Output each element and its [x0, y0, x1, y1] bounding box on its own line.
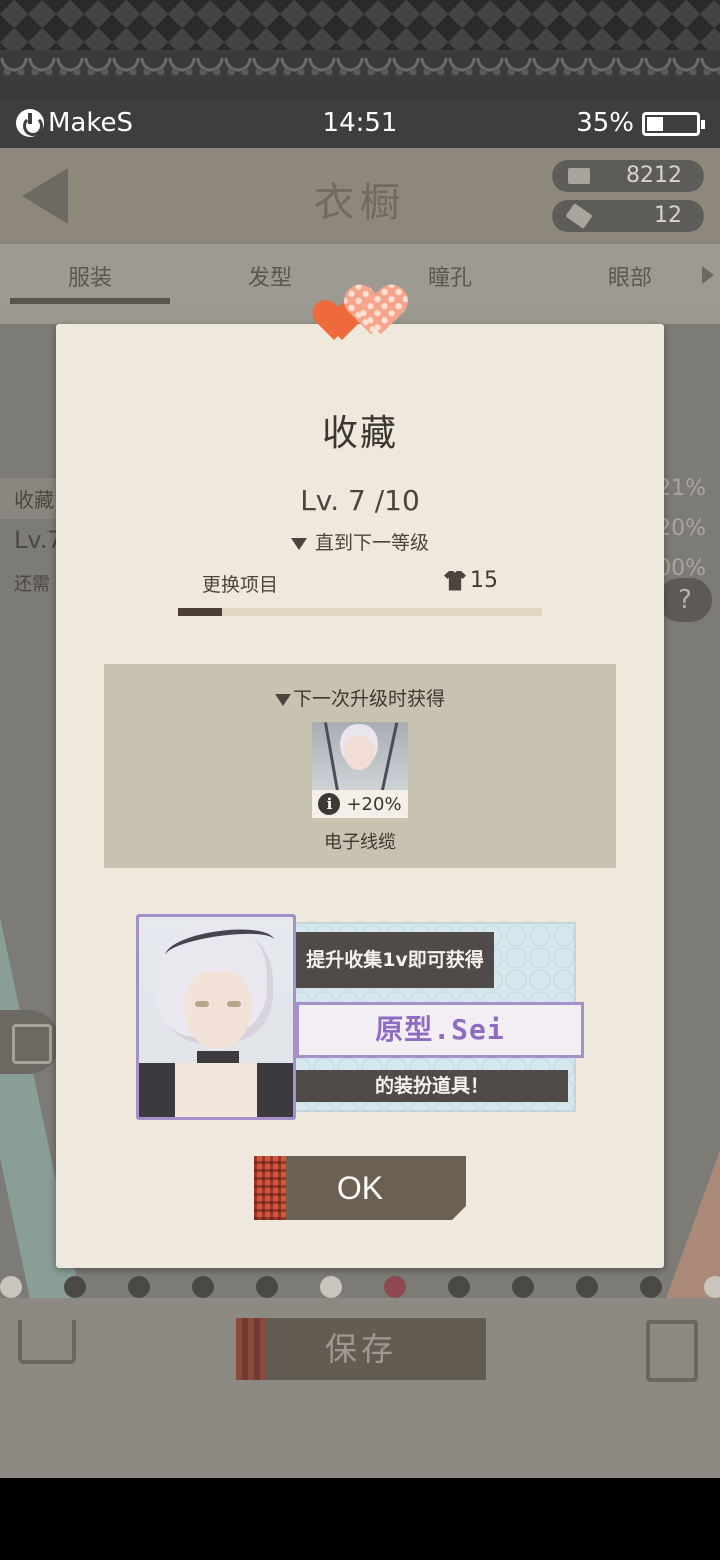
portrait-coat [139, 1063, 175, 1117]
battery-icon [642, 112, 705, 136]
status-bar: MakeS 14:51 35% [0, 100, 720, 148]
ok-button[interactable]: OK [254, 1156, 466, 1220]
page-dot[interactable] [384, 1276, 406, 1298]
page-dot[interactable] [256, 1276, 278, 1298]
tab-eyes[interactable]: 眼部 [550, 260, 710, 292]
portrait-coat [257, 1063, 293, 1117]
progress-bar-fill [178, 608, 222, 616]
next-level-text: 直到下一等级 [314, 532, 429, 554]
portrait-collar [197, 1051, 239, 1063]
progress-count: 15 [444, 568, 498, 593]
page-indicator [0, 1276, 720, 1298]
portrait-eye [227, 1001, 241, 1007]
unlock-character-name: 原型.Sei [296, 1002, 584, 1058]
progress-bar [178, 608, 542, 616]
reward-header-text: 下一次升级时获得 [292, 688, 445, 710]
portrait-eye [195, 1001, 209, 1007]
tshirt-icon [444, 570, 466, 591]
dialog-title: 收藏 [321, 413, 398, 454]
reward-item-thumbnail[interactable]: i +20% [312, 722, 408, 818]
page-dot[interactable] [576, 1276, 598, 1298]
portrait-face [185, 971, 251, 1049]
page-dot[interactable] [0, 1276, 22, 1298]
reward-bonus-badge: i +20% [312, 790, 408, 818]
hearts-badge-icon [316, 286, 416, 356]
tabs-next-arrow-icon[interactable] [702, 266, 714, 284]
reward-item-name: 电子线缆 [324, 832, 396, 853]
currency-ticket-value: 8212 [626, 163, 682, 188]
tag-icon [565, 203, 593, 229]
progress-count-value: 15 [470, 568, 498, 593]
unlock-line-3: 的装扮道具！ [296, 1070, 568, 1102]
page-dot[interactable] [640, 1276, 662, 1298]
bottom-toolbar: 保存 [0, 1298, 720, 1478]
info-icon: i [318, 793, 341, 815]
next-reward-box: 下一次升级时获得 i +20% 电子线缆 [104, 664, 616, 868]
page-dot[interactable] [192, 1276, 214, 1298]
reward-header: 下一次升级时获得 [104, 684, 616, 711]
battery-percent: 35% [576, 108, 634, 138]
collection-level: Lv. 7 /10 [300, 484, 420, 517]
page-dot[interactable] [512, 1276, 534, 1298]
memo-icon[interactable] [646, 1320, 698, 1382]
side-remaining-label: 还需 [14, 574, 50, 595]
next-level-label: 直到下一等级 [56, 528, 664, 555]
outfit-toggle-button[interactable] [0, 1010, 60, 1074]
unlock-line-1: 提升收集1v即可获得 [296, 932, 494, 988]
save-button[interactable]: 保存 [236, 1318, 486, 1380]
page-dot[interactable] [320, 1276, 342, 1298]
currency-ticket: 8212 [552, 160, 704, 192]
cart-icon[interactable] [18, 1320, 76, 1364]
page-dot[interactable] [128, 1276, 150, 1298]
triangle-down-icon [274, 693, 291, 706]
lace-diamond-pattern [0, 0, 720, 50]
currency-tag-value: 12 [654, 203, 682, 228]
character-portrait [136, 914, 296, 1120]
progress-label: 更换项目 [202, 574, 279, 596]
tab-clothing[interactable]: 服装 [10, 260, 170, 304]
help-button[interactable]: ? [658, 578, 712, 622]
reward-bonus-value: +20% [346, 793, 402, 815]
collection-levelup-dialog: 收藏 Lv. 7 /10 直到下一等级 更换项目 15 下一次升级时获得 i +… [56, 324, 664, 1268]
heart-icon [349, 287, 404, 337]
character-face [344, 736, 374, 770]
navigation-bar [0, 1478, 720, 1560]
page-dot[interactable] [64, 1276, 86, 1298]
triangle-down-icon [290, 537, 307, 550]
page-dot[interactable] [448, 1276, 470, 1298]
ticket-icon [568, 168, 590, 184]
ok-button-label: OK [336, 1170, 384, 1206]
lace-dots [0, 64, 720, 80]
cable-decor [323, 722, 340, 792]
page-dot[interactable] [704, 1276, 720, 1298]
app-header: 衣橱 8212 12 [0, 148, 720, 244]
currency-tag: 12 [552, 200, 704, 232]
top-lace-decoration [0, 0, 720, 100]
unlock-character-card: 提升收集1v即可获得 原型.Sei 的装扮道具！ [136, 914, 586, 1120]
cable-decor [380, 722, 399, 792]
